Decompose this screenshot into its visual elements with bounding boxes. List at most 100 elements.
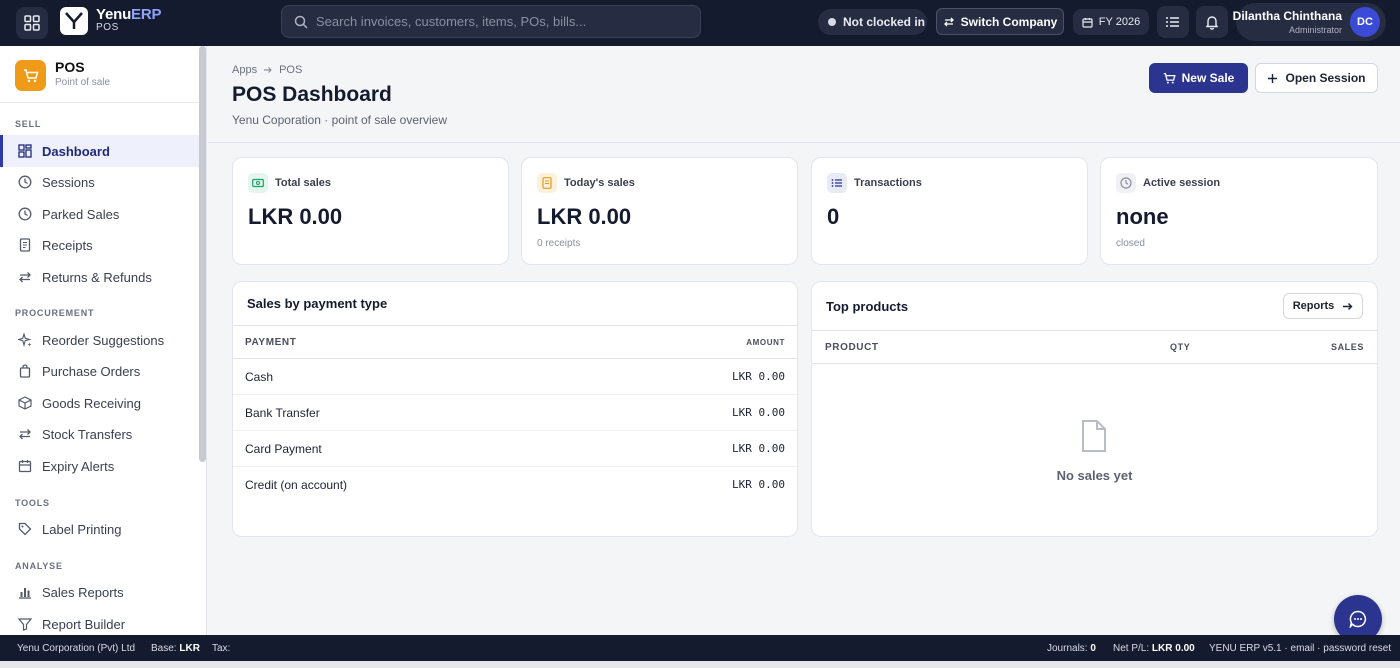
sidebar-item-sessions[interactable]: Sessions — [0, 166, 199, 198]
sales-by-payment-panel: Sales by payment type PAYMENT AMOUNT Cas… — [232, 281, 798, 537]
footer-journals-label: Journals: — [1047, 643, 1088, 654]
col-sales[interactable]: SALES — [1331, 342, 1364, 352]
switch-company-label: Switch Company — [960, 14, 1058, 29]
sidebar-item-receipts[interactable]: Receipts — [0, 229, 199, 261]
footer-base-label: Base: — [151, 643, 177, 654]
sidebar-item-report-builder[interactable]: Report Builder — [0, 608, 199, 635]
table-row: Bank Transfer LKR 0.00 — [233, 395, 797, 431]
open-session-label: Open Session — [1285, 71, 1366, 85]
sidebar-item-label: Sessions — [42, 174, 95, 190]
col-amount[interactable]: AMOUNT — [746, 338, 785, 347]
search-input[interactable] — [316, 14, 696, 29]
plus-icon — [1268, 73, 1278, 83]
sidebar-item-parked-sales[interactable]: Parked Sales — [0, 198, 199, 230]
payment-name: Cash — [245, 370, 274, 384]
company-logo[interactable] — [60, 7, 88, 35]
brand-sub: POS — [96, 22, 119, 33]
sidebar-item-sales-reports[interactable]: Sales Reports — [0, 576, 199, 608]
stat-value: 0 — [827, 204, 840, 229]
brand-name-main: Yenu — [96, 6, 132, 23]
reports-label: Reports — [1292, 300, 1335, 312]
logo-mark-icon — [65, 12, 83, 29]
list-icon — [1166, 17, 1179, 27]
sidebar-item-stock-transfers[interactable]: Stock Transfers — [0, 418, 199, 450]
global-search[interactable] — [281, 5, 701, 38]
fiscal-year-selector[interactable]: FY 2026 — [1073, 9, 1149, 35]
calendar-icon — [17, 458, 33, 474]
stat-card-todays-sales: Today's sales LKR 0.00 0 receipts — [521, 157, 798, 265]
top-bar: YenuERP POS Not clocked in Switch Compan… — [0, 0, 1400, 46]
section-label-tools: TOOLS — [15, 498, 50, 508]
sidebar-item-purchase-orders[interactable]: Purchase Orders — [0, 355, 199, 387]
calendar-icon — [1082, 17, 1093, 28]
sidebar-item-label: Sales Reports — [42, 584, 124, 600]
avatar[interactable]: DC — [1350, 7, 1380, 37]
sidebar-item-dashboard[interactable]: Dashboard — [0, 135, 199, 167]
footer-net-pl: Net P/L: LKR 0.00 — [1113, 643, 1195, 654]
clock-icon — [1116, 173, 1136, 193]
sidebar-item-returns-refunds[interactable]: Returns & Refunds — [0, 261, 199, 293]
sidebar-item-reorder-suggestions[interactable]: Reorder Suggestions — [0, 324, 199, 356]
empty-state-text: No sales yet — [1056, 468, 1133, 483]
chat-icon — [1349, 610, 1367, 628]
open-session-button[interactable]: Open Session — [1255, 63, 1378, 93]
cart-icon — [23, 68, 38, 82]
breadcrumb-apps[interactable]: Apps — [232, 64, 257, 76]
clock-in-status[interactable]: Not clocked in — [818, 9, 927, 35]
apps-grid-button[interactable] — [16, 7, 48, 39]
table-row: Credit (on account) LKR 0.00 — [233, 467, 797, 503]
status-dot-icon — [828, 18, 836, 26]
section-label-sell: SELL — [15, 119, 42, 129]
footer-base-value: LKR — [179, 643, 200, 654]
status-bar: Yenu Corporation (Pvt) Ltd Base: LKR Tax… — [0, 635, 1400, 661]
table-row: Cash LKR 0.00 — [233, 359, 797, 395]
stat-value: LKR 0.00 — [537, 204, 632, 229]
sidebar-item-label: Expiry Alerts — [42, 458, 115, 474]
receipt-icon — [537, 173, 557, 193]
clock-icon — [17, 206, 33, 222]
reports-button[interactable]: Reports — [1283, 293, 1363, 319]
sidebar-item-goods-receiving[interactable]: Goods Receiving — [0, 387, 199, 419]
breadcrumb-pos: POS — [279, 64, 303, 76]
col-qty[interactable]: QTY — [1170, 342, 1190, 352]
arrow-right-icon — [264, 67, 272, 73]
stat-hint: closed — [1116, 238, 1145, 249]
section-label-procurement: PROCUREMENT — [15, 308, 95, 318]
clock-icon — [17, 174, 33, 190]
swap-icon — [17, 269, 33, 285]
brand: YenuERP POS — [96, 6, 161, 33]
sidebar-item-label: Report Builder — [42, 616, 126, 632]
sidebar-scrollbar[interactable] — [199, 46, 206, 462]
sidebar-item-label-printing[interactable]: Label Printing — [0, 513, 199, 545]
sidebar-item-label: Stock Transfers — [42, 426, 133, 442]
bell-icon — [1205, 16, 1219, 30]
top-products-panel: Top products Reports PRODUCT QTY SALES N… — [811, 281, 1378, 537]
footer-version[interactable]: YENU ERP v5.1 · email · password reset — [1209, 643, 1391, 654]
col-product[interactable]: PRODUCT — [825, 342, 879, 353]
payment-amount: LKR 0.00 — [732, 478, 785, 491]
footer-net-label: Net P/L: — [1113, 643, 1150, 654]
app-subtitle: Point of sale — [55, 77, 111, 88]
fiscal-year-label: FY 2026 — [1098, 16, 1141, 28]
user-menu[interactable]: Dilantha Chinthana Administrator DC — [1232, 3, 1386, 41]
footer-tax: Tax: — [212, 643, 231, 654]
new-sale-button[interactable]: New Sale — [1149, 63, 1248, 93]
notifications-button[interactable] — [1196, 6, 1228, 38]
table-row: Card Payment LKR 0.00 — [233, 431, 797, 467]
clock-status-label: Not clocked in — [843, 15, 926, 29]
user-name: Dilantha Chinthana — [1232, 9, 1342, 23]
stat-label: Today's sales — [564, 177, 635, 189]
brand-name: YenuERP — [96, 6, 161, 23]
switch-company-button[interactable]: Switch Company — [936, 8, 1064, 35]
tasks-button[interactable] — [1157, 6, 1189, 38]
panel-title: Sales by payment type — [247, 296, 388, 311]
col-payment[interactable]: PAYMENT — [245, 337, 296, 348]
cart-icon — [1163, 72, 1176, 84]
sidebar-item-label: Purchase Orders — [42, 363, 141, 379]
sidebar-item-expiry-alerts[interactable]: Expiry Alerts — [0, 450, 199, 482]
payment-amount: LKR 0.00 — [732, 442, 785, 455]
footer-net-value: LKR 0.00 — [1151, 643, 1195, 654]
dashboard-icon — [17, 143, 33, 159]
payment-name: Bank Transfer — [245, 406, 320, 420]
swap-icon — [17, 426, 33, 442]
